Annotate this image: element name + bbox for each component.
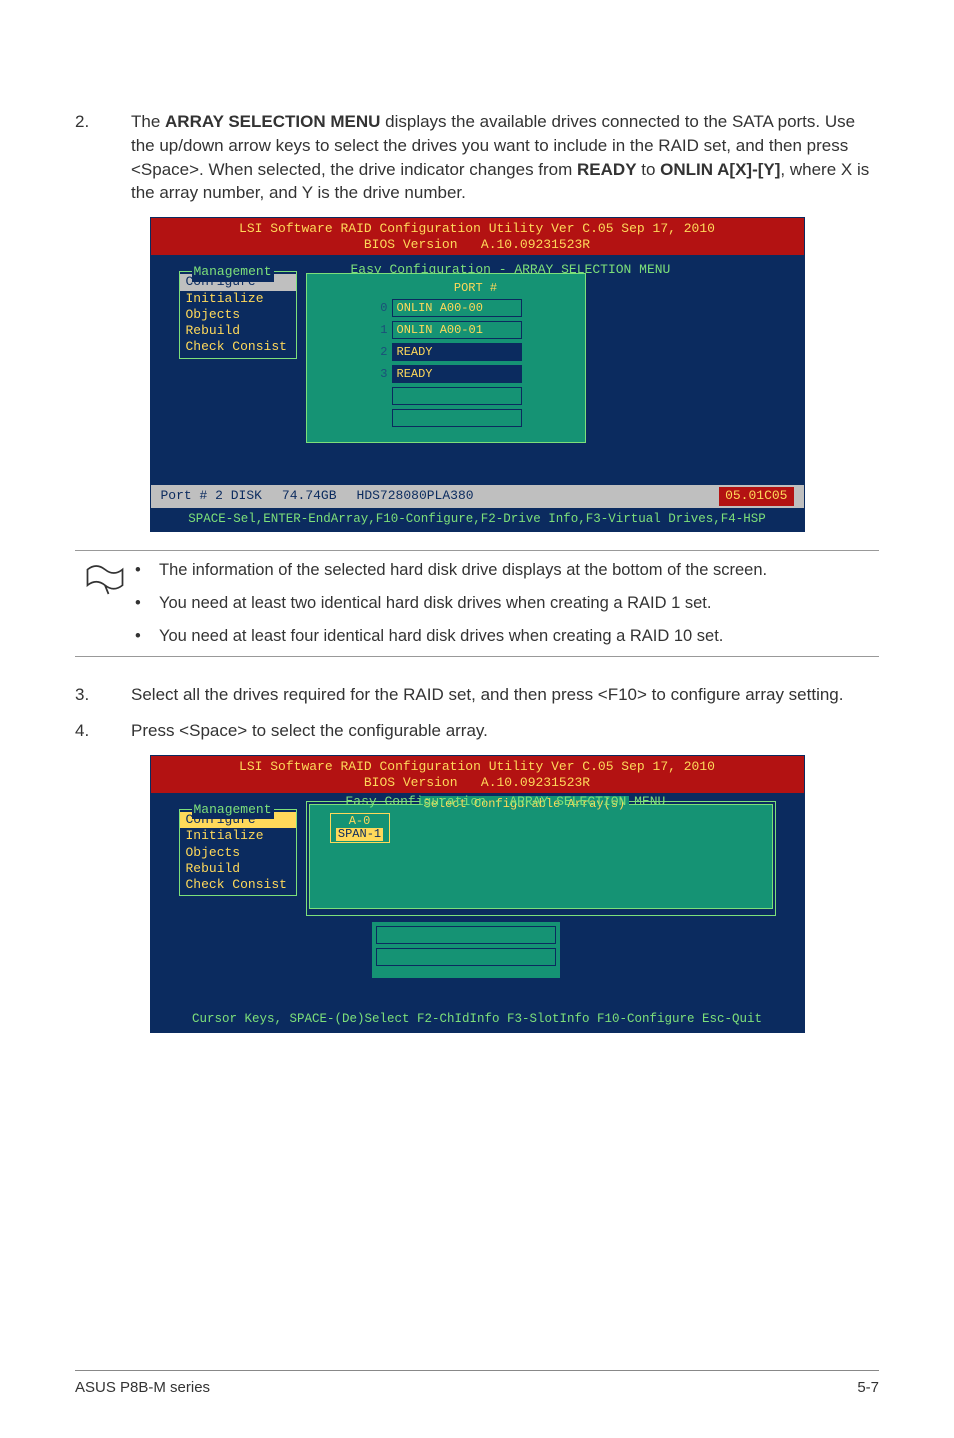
step-4-body: Press <Space> to select the configurable…	[131, 719, 879, 743]
bios2-mgmt-rebuild[interactable]: Rebuild	[180, 861, 296, 877]
bios1-mgmt-checkconsist[interactable]: Check Consist	[180, 339, 296, 355]
note-body: •The information of the selected hard di…	[135, 559, 879, 648]
note-icon	[75, 559, 135, 648]
bios1-drive-3-idx: 3	[370, 366, 388, 383]
bios1-drive-0[interactable]: 0ONLIN A00-00	[370, 299, 577, 317]
bios1-port-header: PORT #	[375, 280, 577, 297]
bios2-title1: LSI Software RAID Configuration Utility …	[239, 759, 715, 774]
bios1-title2: BIOS Version A.10.09231523R	[364, 237, 590, 252]
bios1-mgmt-objects[interactable]: Objects	[180, 307, 296, 323]
page-footer: ASUS P8B-M series 5-7	[75, 1370, 879, 1398]
step-4-number: 4.	[75, 719, 131, 743]
bios1-disk-size: 74.74GB	[282, 487, 337, 505]
bios2-lower-cell-2	[376, 948, 556, 966]
bios1-drive-panel: PORT # 0ONLIN A00-00 1ONLIN A00-01 2READ…	[306, 273, 586, 443]
bios1-drive-1-label: ONLIN A00-01	[392, 321, 522, 339]
bios1-mgmt-title: Management	[192, 263, 274, 281]
bios1-main: Easy Configuration - ARRAY SELECTION MEN…	[151, 255, 804, 485]
bios1-mgmt-initialize[interactable]: Initialize	[180, 291, 296, 307]
bios2-span-a0[interactable]: A-0 SPAN-1	[330, 813, 390, 843]
bios2-span-panel: Select Configurable Array(s) A-0 SPAN-1	[309, 804, 773, 909]
bios2-title2: BIOS Version A.10.09231523R	[364, 775, 590, 790]
bios1-disk-port: Port # 2 DISK	[161, 487, 262, 505]
bios2-header: LSI Software RAID Configuration Utility …	[151, 756, 804, 793]
note-3-text: You need at least four identical hard di…	[159, 625, 723, 648]
footer-left: ASUS P8B-M series	[75, 1377, 210, 1398]
bios1-drive-1-idx: 1	[370, 322, 388, 339]
step-3-body: Select all the drives required for the R…	[131, 683, 879, 707]
step2-bold2: READY	[577, 160, 637, 179]
bios1-drive-0-idx: 0	[370, 300, 388, 317]
bios2-span1-label: SPAN-1	[336, 828, 383, 841]
bios1-drive-blank1	[370, 387, 577, 405]
bios2-management-menu: Management Configure Initialize Objects …	[179, 809, 297, 896]
bios2-mgmt-checkconsist[interactable]: Check Consist	[180, 877, 296, 893]
step-2-body: The ARRAY SELECTION MENU displays the av…	[131, 110, 879, 205]
step-4: 4. Press <Space> to select the configura…	[75, 719, 879, 743]
bios1-title1: LSI Software RAID Configuration Utility …	[239, 221, 715, 236]
bios1-drive-3[interactable]: 3READY	[370, 365, 577, 383]
bios1-disk-info: Port # 2 DISK 74.74GB HDS728080PLA380 05…	[151, 485, 804, 507]
step2-bold3: ONLIN A[X]-[Y]	[660, 160, 780, 179]
bios1-header: LSI Software RAID Configuration Utility …	[151, 218, 804, 255]
note-3: •You need at least four identical hard d…	[135, 625, 879, 648]
step-2: 2. The ARRAY SELECTION MENU displays the…	[75, 110, 879, 205]
bios2-mgmt-objects[interactable]: Objects	[180, 845, 296, 861]
bios1-drive-2[interactable]: 2READY	[370, 343, 577, 361]
step2-pre: The	[131, 112, 165, 131]
bios1-drive-0-label: ONLIN A00-00	[392, 299, 522, 317]
bios-screenshot-1: LSI Software RAID Configuration Utility …	[150, 217, 805, 532]
note-1-text: The information of the selected hard dis…	[159, 559, 767, 582]
bios2-main: Easy Configuration - ARRAY SELECTION MEN…	[151, 793, 804, 1008]
note-block: •The information of the selected hard di…	[75, 550, 879, 657]
step2-bold1: ARRAY SELECTION MENU	[165, 112, 380, 131]
step-3: 3. Select all the drives required for th…	[75, 683, 879, 707]
footer-right: 5-7	[857, 1377, 879, 1398]
bios1-disk-rev: 05.01C05	[719, 487, 793, 505]
bios2-a0-label: A-0	[349, 815, 371, 827]
bios2-footer: Cursor Keys, SPACE-(De)Select F2-ChIdInf…	[151, 1008, 804, 1032]
note-1: •The information of the selected hard di…	[135, 559, 879, 582]
bios2-lower-panel	[371, 921, 561, 979]
bios1-disk-model: HDS728080PLA380	[357, 487, 474, 505]
step-2-number: 2.	[75, 110, 131, 205]
bios1-management-menu: Management Configure Initialize Objects …	[179, 271, 297, 358]
bios1-drive-blank2	[370, 409, 577, 427]
bios2-lower-cell-1	[376, 926, 556, 944]
bios2-outer-panel: Select Configurable Array(s) A-0 SPAN-1	[306, 801, 776, 916]
bios1-drive-3-label: READY	[392, 365, 522, 383]
bios2-mgmt-initialize[interactable]: Initialize	[180, 828, 296, 844]
note-2-text: You need at least two identical hard dis…	[159, 592, 711, 615]
bios2-easy-label: Easy Configuration - ARRAY SELECTION MEN…	[346, 793, 666, 811]
bios-screenshot-2: LSI Software RAID Configuration Utility …	[150, 755, 805, 1033]
bios1-drive-2-label: READY	[392, 343, 522, 361]
bios1-drive-2-idx: 2	[370, 344, 388, 361]
bios1-drive-1[interactable]: 1ONLIN A00-01	[370, 321, 577, 339]
step2-mid2: to	[637, 160, 661, 179]
step-3-number: 3.	[75, 683, 131, 707]
bios2-mgmt-title: Management	[192, 801, 274, 819]
bios1-mgmt-rebuild[interactable]: Rebuild	[180, 323, 296, 339]
bios1-footer: SPACE-Sel,ENTER-EndArray,F10-Configure,F…	[151, 508, 804, 532]
note-2: •You need at least two identical hard di…	[135, 592, 879, 615]
